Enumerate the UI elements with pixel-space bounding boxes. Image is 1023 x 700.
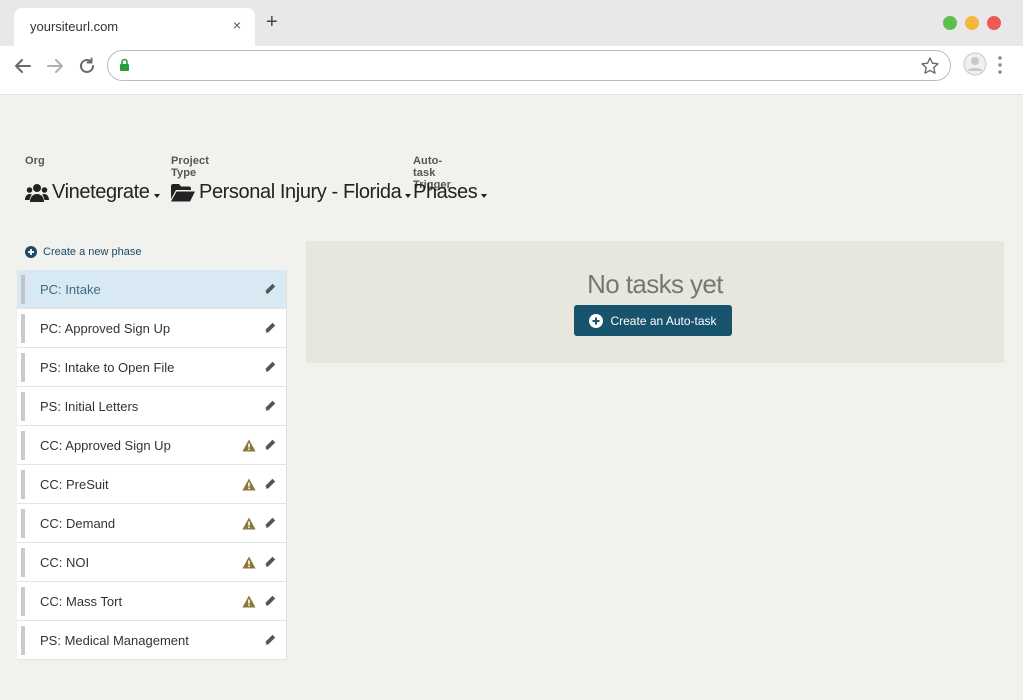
org-label: Org xyxy=(25,155,45,167)
edit-pencil-icon[interactable] xyxy=(264,322,276,334)
tasks-panel: No tasks yet Create an Auto-task xyxy=(306,241,1004,363)
project-type-dropdown[interactable]: Personal Injury - Florida xyxy=(171,181,412,204)
address-bar[interactable] xyxy=(107,50,951,81)
create-auto-task-button[interactable]: Create an Auto-task xyxy=(574,305,732,336)
trigger-value: Phases xyxy=(413,181,478,203)
back-arrow-icon[interactable] xyxy=(12,55,34,77)
warning-icon xyxy=(242,478,256,491)
drag-handle[interactable] xyxy=(21,314,25,343)
edit-pencil-icon[interactable] xyxy=(264,361,276,373)
maximize-window-button[interactable] xyxy=(943,16,957,30)
create-auto-task-label: Create an Auto-task xyxy=(610,313,717,328)
phase-label: CC: Demand xyxy=(40,516,116,531)
chevron-down-icon xyxy=(153,193,160,198)
close-window-button[interactable] xyxy=(987,16,1001,30)
edit-pencil-icon[interactable] xyxy=(264,400,276,412)
warning-icon xyxy=(242,517,256,530)
project-type-selector: Project Type Personal Injury - Florida xyxy=(171,155,412,203)
bookmark-star-icon[interactable] xyxy=(920,56,940,76)
browser-menu-icon[interactable] xyxy=(997,54,1003,76)
org-dropdown[interactable]: Vinetegrate xyxy=(25,181,160,204)
edit-pencil-icon[interactable] xyxy=(264,595,276,607)
phase-label: CC: Approved Sign Up xyxy=(40,438,171,453)
phase-item[interactable]: CC: NOI xyxy=(17,543,287,582)
phase-label: CC: PreSuit xyxy=(40,477,109,492)
project-type-value: Personal Injury - Florida xyxy=(199,181,402,203)
phase-label: CC: NOI xyxy=(40,555,90,570)
org-selector: Org Vinetegrate xyxy=(25,155,160,203)
folder-open-icon xyxy=(171,183,195,201)
create-phase-link[interactable]: Create a new phase xyxy=(25,246,141,258)
minimize-window-button[interactable] xyxy=(965,16,979,30)
org-value: Vinetegrate xyxy=(52,181,150,203)
browser-tab[interactable]: yoursiteurl.com × xyxy=(14,8,255,46)
drag-handle[interactable] xyxy=(21,626,25,655)
users-icon xyxy=(25,183,49,202)
phase-item[interactable]: CC: Demand xyxy=(17,504,287,543)
lock-icon xyxy=(120,58,129,71)
reload-icon[interactable] xyxy=(76,55,98,77)
drag-handle[interactable] xyxy=(21,587,25,616)
warning-icon xyxy=(242,556,256,569)
edit-pencil-icon[interactable] xyxy=(264,634,276,646)
phase-list: PC: Intake PC: Approved Sign Up PS: Inta… xyxy=(17,270,287,660)
profile-avatar-icon[interactable] xyxy=(963,52,987,76)
edit-pencil-icon[interactable] xyxy=(264,556,276,568)
phase-item[interactable]: PS: Initial Letters xyxy=(17,387,287,426)
phase-item[interactable]: CC: PreSuit xyxy=(17,465,287,504)
warning-icon xyxy=(242,439,256,452)
phase-item[interactable]: PS: Intake to Open File xyxy=(17,348,287,387)
project-type-label: Project Type xyxy=(171,155,209,179)
warning-icon xyxy=(242,595,256,608)
phase-label: PS: Initial Letters xyxy=(40,399,139,414)
edit-pencil-icon[interactable] xyxy=(264,283,276,295)
phase-item[interactable]: CC: Approved Sign Up xyxy=(17,426,287,465)
drag-handle[interactable] xyxy=(21,548,25,577)
create-phase-label: Create a new phase xyxy=(43,246,142,258)
edit-pencil-icon[interactable] xyxy=(264,517,276,529)
phase-label: PC: Intake xyxy=(40,282,101,297)
browser-tab-bar: yoursiteurl.com × + xyxy=(0,0,1023,46)
phase-label: PC: Approved Sign Up xyxy=(40,321,171,336)
phase-item[interactable]: PC: Approved Sign Up xyxy=(17,309,287,348)
chevron-down-icon xyxy=(481,193,488,198)
forward-arrow-icon[interactable] xyxy=(44,55,66,77)
plus-circle-icon xyxy=(589,313,604,328)
phase-item[interactable]: CC: Mass Tort xyxy=(17,582,287,621)
trigger-dropdown[interactable]: Phases xyxy=(413,181,488,204)
phase-item[interactable]: PC: Intake xyxy=(17,270,287,309)
phase-item[interactable]: PS: Medical Management xyxy=(17,621,287,660)
trigger-selector: Auto-task Trigger Phases xyxy=(413,155,488,203)
phase-label: PS: Intake to Open File xyxy=(40,360,175,375)
browser-toolbar xyxy=(0,46,1023,95)
plus-circle-icon xyxy=(25,246,37,258)
drag-handle[interactable] xyxy=(21,431,25,460)
new-tab-button[interactable]: + xyxy=(266,12,278,32)
drag-handle[interactable] xyxy=(21,392,25,421)
drag-handle[interactable] xyxy=(21,509,25,538)
phase-label: PS: Medical Management xyxy=(40,633,189,648)
edit-pencil-icon[interactable] xyxy=(264,478,276,490)
chevron-down-icon xyxy=(405,193,412,198)
drag-handle[interactable] xyxy=(21,353,25,382)
tab-title: yoursiteurl.com xyxy=(30,19,119,34)
drag-handle[interactable] xyxy=(21,470,25,499)
phase-label: CC: Mass Tort xyxy=(40,594,123,609)
close-tab-icon[interactable]: × xyxy=(233,17,241,33)
empty-state-text: No tasks yet xyxy=(587,269,723,299)
edit-pencil-icon[interactable] xyxy=(264,439,276,451)
drag-handle[interactable] xyxy=(21,275,25,304)
